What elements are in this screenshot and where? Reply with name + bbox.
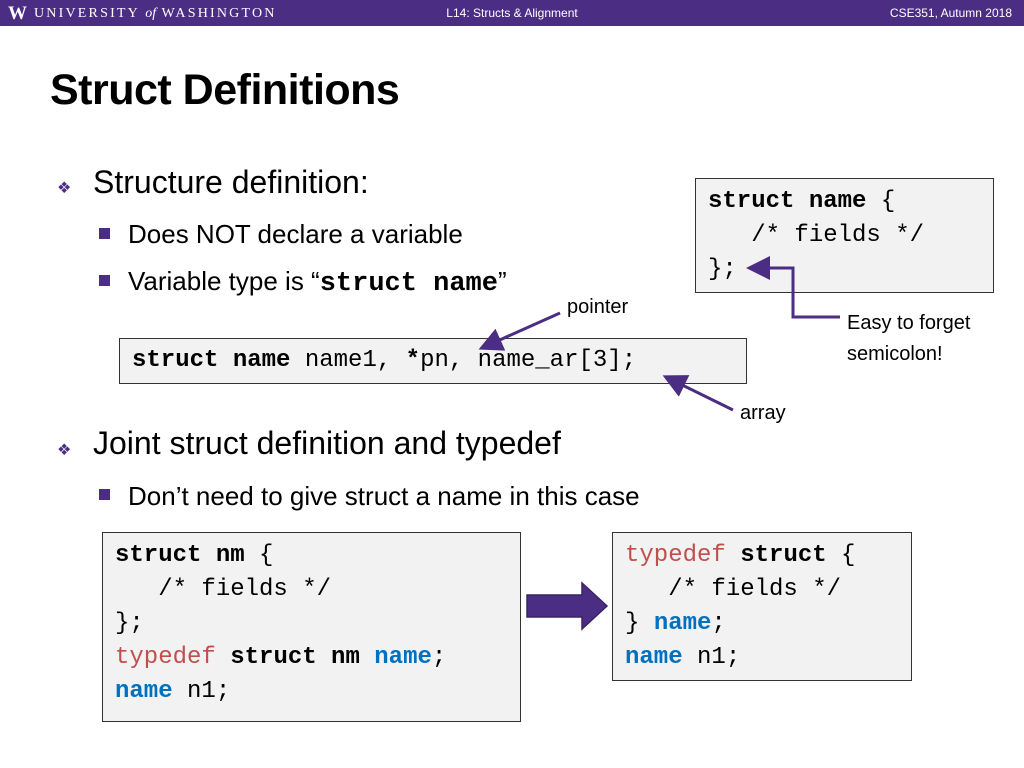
annotation-arrows bbox=[478, 256, 840, 631]
array-arrow bbox=[662, 375, 734, 412]
transform-arrow-icon bbox=[526, 581, 609, 631]
semicolon-arrow bbox=[746, 256, 840, 319]
pointer-arrow bbox=[478, 311, 561, 351]
